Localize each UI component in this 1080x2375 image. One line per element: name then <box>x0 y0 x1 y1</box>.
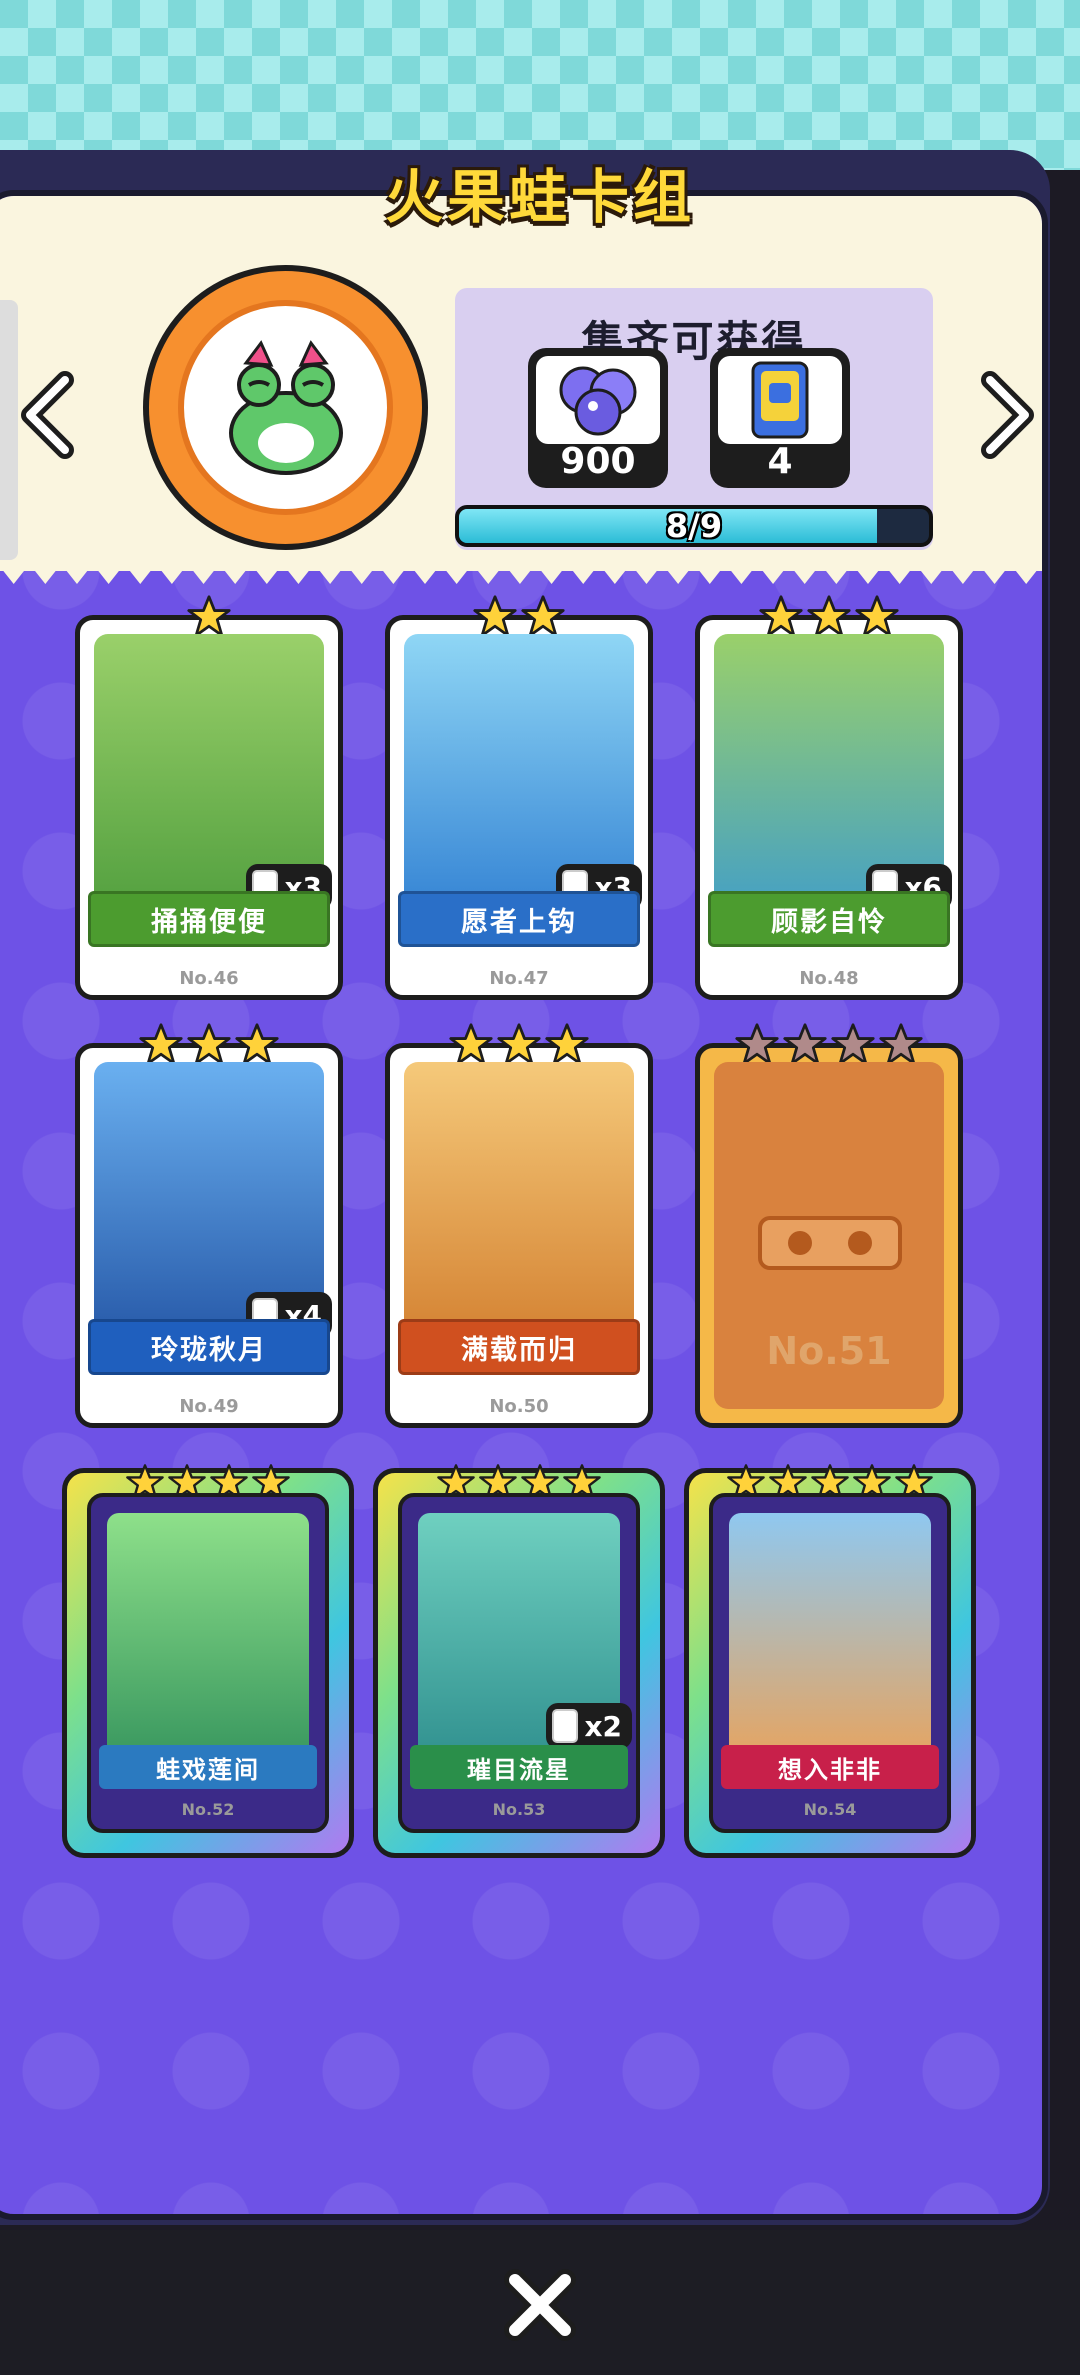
card-no52[interactable]: 蛙戏莲间 No.52 <box>62 1464 354 1858</box>
chevron-left-icon <box>21 371 74 459</box>
card-count: x2 <box>546 1703 632 1749</box>
card-name: 蛙戏莲间 <box>99 1745 317 1789</box>
card-no54[interactable]: 想入非非 No.54 <box>684 1464 976 1858</box>
orb-bundle-icon <box>559 366 637 436</box>
card-number: No.52 <box>181 1800 235 1819</box>
card-name: 玲珑秋月 <box>88 1319 330 1375</box>
card-name: 愿者上钩 <box>398 891 640 947</box>
frog-avatar-icon <box>228 339 343 475</box>
lock-emblem-icon <box>758 1216 902 1270</box>
close-icon <box>504 2269 576 2341</box>
card-number: No.48 <box>799 968 859 989</box>
checker-background <box>0 0 1080 170</box>
card-name: 满载而归 <box>398 1319 640 1375</box>
reward-title: 集齐可获得 <box>581 317 807 366</box>
card-name: 想入非非 <box>721 1745 939 1789</box>
card-no50[interactable]: 满载而归 No.50 <box>385 1023 653 1428</box>
chevron-right-icon <box>981 371 1034 459</box>
reward-orbs[interactable]: 900 <box>528 348 668 488</box>
reward-cards-amount: 4 <box>767 441 793 482</box>
card-number: No.51 <box>766 1329 892 1373</box>
close-button[interactable] <box>495 2265 585 2345</box>
prev-arrow-button[interactable] <box>15 370 85 460</box>
next-arrow-button[interactable] <box>970 370 1040 460</box>
card-pack-icon <box>751 361 809 439</box>
card-name: 捅捅便便 <box>88 891 330 947</box>
reward-cards[interactable]: 4 <box>710 348 850 488</box>
card-number: No.46 <box>179 968 239 989</box>
card-no49[interactable]: x4 玲珑秋月 No.49 <box>75 1023 343 1428</box>
progress-text: 8/9 <box>665 507 723 545</box>
card-number: No.53 <box>492 1800 546 1819</box>
card-name: 顾影自怜 <box>708 891 950 947</box>
card-number: No.49 <box>179 1396 239 1417</box>
zigzag-divider <box>0 556 1042 584</box>
card-no53[interactable]: x2 璀目流星 No.53 <box>373 1464 665 1858</box>
card-no48[interactable]: x6 顾影自怜 No.48 <box>695 595 963 1000</box>
reward-orbs-amount: 900 <box>560 441 636 482</box>
card-name: 璀目流星 <box>410 1745 628 1789</box>
collection-progress-bar: 8/9 <box>455 505 933 547</box>
card-no51-locked[interactable]: No.51 <box>695 1023 963 1428</box>
card-no47[interactable]: x3 愿者上钩 No.47 <box>385 595 653 1000</box>
card-number: No.50 <box>489 1396 549 1417</box>
card-number: No.47 <box>489 968 549 989</box>
page-title: 火果蛙卡组 <box>384 163 695 231</box>
card-no46[interactable]: x3 捅捅便便 No.46 <box>75 595 343 1000</box>
card-number: No.54 <box>803 1800 857 1819</box>
set-emblem <box>143 265 428 550</box>
